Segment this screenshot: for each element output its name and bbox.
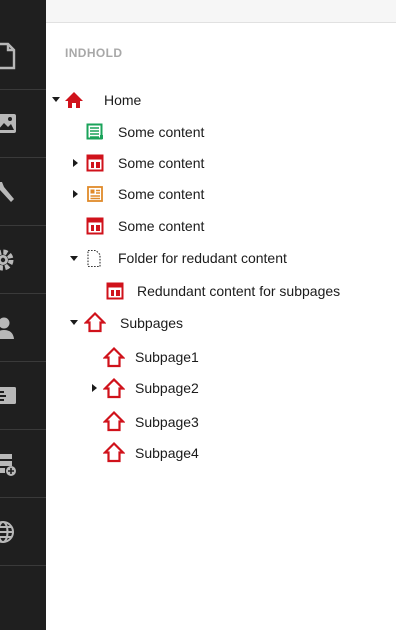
sidebar-item-members[interactable]: [0, 362, 46, 430]
sidebar-item-content[interactable]: [0, 22, 46, 90]
tree-node-home[interactable]: Home: [46, 89, 396, 111]
sidebar-item-settings-tools[interactable]: [0, 158, 46, 226]
tree-node-subpages[interactable]: Subpages: [46, 311, 396, 333]
home-outline-icon: [103, 410, 125, 432]
image-icon: [0, 113, 16, 133]
tree-node-label: Some content: [118, 155, 205, 171]
tree-node-label: Redundant content for subpages: [137, 283, 341, 299]
home-outline-icon: [103, 346, 125, 368]
caret-right-icon[interactable]: [73, 190, 78, 198]
gear-icon: [0, 249, 14, 270]
tree-node-label: Subpage4: [135, 445, 199, 461]
tree-node-content[interactable]: Some content: [46, 152, 396, 174]
caret-right-icon[interactable]: [92, 384, 97, 392]
home-outline-icon: [103, 441, 125, 463]
dotted-document-icon: [87, 249, 101, 268]
tree-node-content[interactable]: Some content: [46, 215, 396, 237]
home-outline-icon: [103, 377, 125, 399]
caret-down-icon[interactable]: [52, 97, 60, 102]
sidebar: [0, 0, 46, 630]
caret-down-icon[interactable]: [70, 256, 78, 261]
globe-icon: [0, 520, 14, 543]
green-list-doc-icon: [86, 123, 103, 140]
tree-node-label: Subpages: [120, 315, 184, 331]
tree-node-label: Some content: [118, 186, 205, 202]
red-layout-icon: [86, 217, 104, 235]
tree-node-label: Some content: [118, 124, 205, 140]
sidebar-item-languages[interactable]: [0, 498, 46, 566]
red-layout-icon: [86, 154, 104, 172]
tree-node-label: Home: [104, 92, 142, 108]
add-list-icon: [0, 453, 16, 476]
tree-node-label: Subpage2: [135, 380, 199, 396]
sidebar-item-users[interactable]: [0, 294, 46, 362]
tree-node-label: Folder for redudant content: [118, 250, 287, 266]
sidebar-item-media[interactable]: [0, 90, 46, 158]
tree-node-content[interactable]: Redundant content for subpages: [46, 280, 396, 302]
home-filled-icon: [65, 92, 83, 108]
orange-article-icon: [87, 186, 103, 202]
red-layout-icon: [106, 282, 124, 300]
wrench-icon: [0, 181, 14, 202]
tree-node-content[interactable]: Some content: [46, 121, 396, 143]
tree-node-subpage[interactable]: Subpage2: [46, 377, 396, 399]
home-outline-icon: [84, 311, 106, 333]
tree-node-folder[interactable]: Folder for redudant content: [46, 247, 396, 269]
tree-node-label: Some content: [118, 218, 205, 234]
contact-card-icon: [0, 386, 16, 404]
tree-node-label: Subpage1: [135, 349, 199, 365]
section-title: INDHOLD: [65, 46, 123, 60]
user-icon: [0, 317, 14, 339]
tree-node-subpage[interactable]: Subpage3: [46, 410, 396, 432]
sidebar-item-forms[interactable]: [0, 430, 46, 498]
tree-node-subpage[interactable]: Subpage4: [46, 441, 396, 463]
top-bar: [46, 0, 396, 23]
tree-node-subpage[interactable]: Subpage1: [46, 346, 396, 368]
tree-node-label: Subpage3: [135, 414, 199, 430]
caret-right-icon[interactable]: [73, 159, 78, 167]
document-icon: [0, 42, 16, 69]
tree-node-content[interactable]: Some content: [46, 183, 396, 205]
sidebar-item-settings[interactable]: [0, 226, 46, 294]
caret-down-icon[interactable]: [70, 320, 78, 325]
